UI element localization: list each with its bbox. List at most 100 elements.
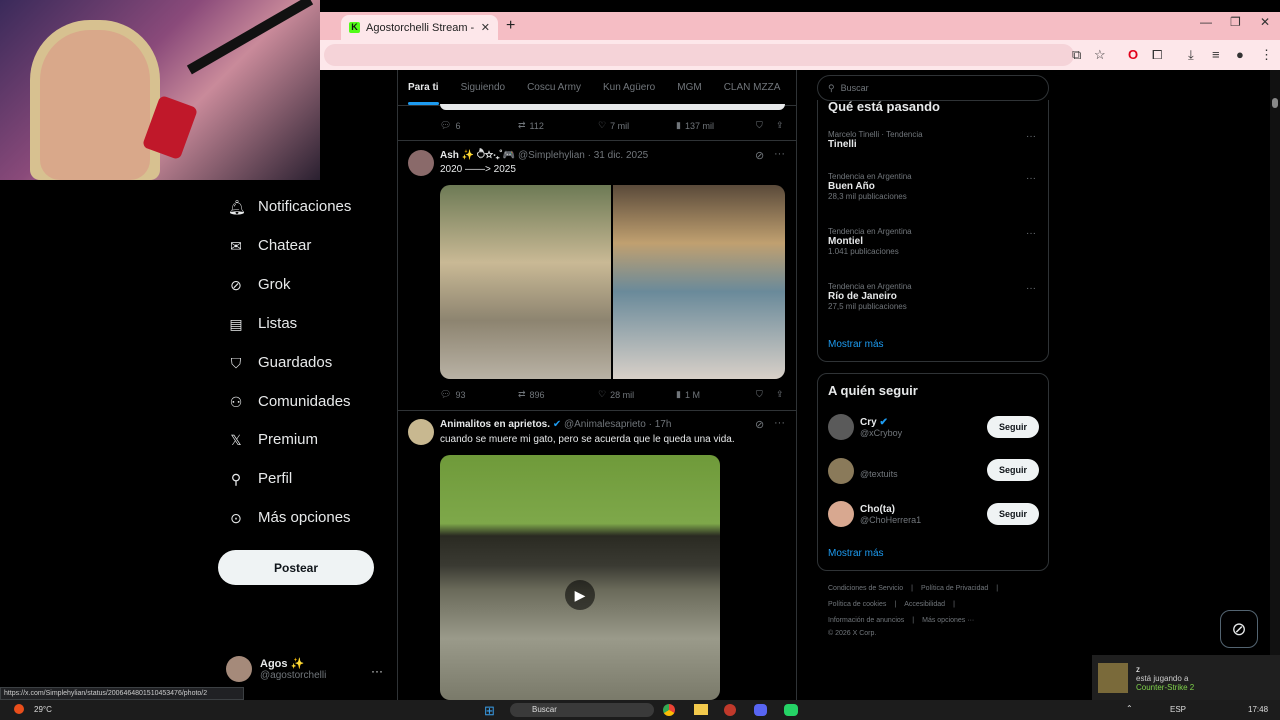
like-button[interactable]: ♡ 28 mil <box>598 389 676 400</box>
opera-gx-icon[interactable] <box>724 704 736 716</box>
scrollbar[interactable] <box>1270 70 1280 700</box>
avatar[interactable] <box>408 150 434 176</box>
follow-button[interactable]: Seguir <box>987 503 1039 525</box>
file-explorer-icon[interactable] <box>694 704 708 715</box>
tab-coscu-army[interactable]: Coscu Army <box>527 82 581 93</box>
follow-button[interactable]: Seguir <box>987 416 1039 438</box>
follow-suggestion[interactable]: Cho(ta) @ChoHerrera1 <box>828 501 921 527</box>
whatsapp-icon[interactable] <box>784 704 798 716</box>
clock[interactable]: 17:48 <box>1248 705 1268 714</box>
discord-icon[interactable] <box>754 704 767 716</box>
download-icon[interactable]: ⤓ <box>1188 47 1194 63</box>
bookmark-button[interactable]: ⛉ <box>756 120 776 131</box>
tray-chevron-icon[interactable]: ⌃ <box>1126 704 1133 713</box>
sidebar-item-guardados[interactable]: ⛉ Guardados <box>228 354 332 371</box>
repost-button[interactable]: ⇄ 112 <box>518 120 598 131</box>
footer-link[interactable]: Política de Privacidad <box>921 585 988 592</box>
post-date[interactable]: 31 dic. 2025 <box>594 150 649 161</box>
repost-button[interactable]: ⇄ 896 <box>518 389 598 400</box>
photo-2025[interactable] <box>613 185 785 379</box>
views-button[interactable]: ▮ 1 M <box>676 389 756 400</box>
bookmark-star-icon[interactable]: ☆ <box>1094 47 1106 63</box>
footer-link[interactable]: Política de cookies <box>828 601 886 608</box>
weather-temp[interactable]: 29°C <box>34 705 52 714</box>
avatar[interactable] <box>408 419 434 445</box>
taskbar-search[interactable]: Buscar <box>510 703 654 717</box>
post-handle[interactable]: @Animalesaprieto <box>564 419 646 430</box>
grok-explain-icon[interactable]: ⊘ <box>755 149 764 162</box>
maximize-button[interactable]: ❐ <box>1230 15 1241 29</box>
footer-link[interactable]: Más opciones ··· <box>922 617 974 624</box>
sidebar-item-chatear[interactable]: ✉ Chatear <box>228 237 311 254</box>
post-author[interactable]: Ash ✨ ੈ✩‧₊˚🎮 <box>440 150 515 161</box>
sidebar-item-perfil[interactable]: ⚲ Perfil <box>228 470 292 487</box>
footer-link[interactable]: Accesibilidad <box>904 601 945 608</box>
sidebar-item-comunidades[interactable]: ⚇ Comunidades <box>228 393 351 410</box>
account-more-icon[interactable]: ··· <box>371 664 383 678</box>
post-video[interactable]: ▶ <box>440 455 720 700</box>
tab-kun-aguero[interactable]: Kun Agüero <box>603 82 655 93</box>
grok-explain-icon[interactable]: ⊘ <box>755 418 764 431</box>
views-button[interactable]: ▮ 137 mil <box>676 120 756 131</box>
play-icon[interactable]: ▶ <box>565 580 595 610</box>
sidebar-item-mas-opciones[interactable]: ⊙ Más opciones <box>228 509 350 526</box>
post-handle[interactable]: @Simplehylian <box>518 150 585 161</box>
follow-suggestion[interactable]: @textuits <box>828 458 898 484</box>
chrome-icon[interactable] <box>663 704 675 716</box>
tab-para-ti[interactable]: Para ti <box>408 82 439 105</box>
post-button[interactable]: Postear <box>218 550 374 585</box>
close-tab-icon[interactable]: ✕ <box>481 21 490 34</box>
trend-item[interactable]: Tendencia en Argentina Río de Janeiro 27,5… <box>828 282 912 311</box>
minimize-button[interactable]: — <box>1200 15 1212 29</box>
media-control-icon[interactable]: ≡ <box>1212 47 1220 62</box>
search-input[interactable]: ⚲ Buscar <box>817 75 1049 101</box>
weather-icon[interactable] <box>14 704 24 714</box>
footer-link[interactable]: Información de anuncios <box>828 617 904 624</box>
extensions-icon[interactable]: ⧠ <box>1152 47 1162 63</box>
tab-clan-mzza[interactable]: CLAN MZZA <box>724 82 781 93</box>
tab-mgm[interactable]: MGM <box>677 82 701 93</box>
game-activity-toast[interactable]: z está jugando a Counter-Strike 2 <box>1092 655 1280 701</box>
scrollbar-thumb[interactable] <box>1272 98 1278 108</box>
show-more-trends-link[interactable]: Mostrar más <box>828 339 884 350</box>
share-button[interactable]: ⇪ <box>776 389 784 400</box>
trend-item[interactable]: Tendencia en Argentina Montiel 1.041 publi… <box>828 227 912 256</box>
profile-avatar-icon[interactable]: ● <box>1236 47 1244 62</box>
post-media[interactable] <box>440 185 785 379</box>
opera-extension-icon[interactable]: O <box>1128 47 1138 62</box>
share-button[interactable]: ⇪ <box>776 120 784 131</box>
new-tab-button[interactable]: + <box>506 17 515 35</box>
footer-link[interactable]: Condiciones de Servicio <box>828 585 903 592</box>
trend-item[interactable]: Tendencia en Argentina Buen Año 28,3 mil p… <box>828 172 912 201</box>
close-window-button[interactable]: ✕ <box>1260 15 1270 29</box>
follow-button[interactable]: Seguir <box>987 459 1039 481</box>
post-author[interactable]: Animalitos en aprietos. <box>440 419 550 430</box>
bookmark-button[interactable]: ⛉ <box>756 389 776 400</box>
windows-start-icon[interactable]: ⊞ <box>484 703 495 719</box>
like-button[interactable]: ♡ 7 mil <box>598 120 676 131</box>
follow-suggestion[interactable]: Cry ✔ @xCryboy <box>828 414 902 440</box>
trend-more-icon[interactable]: ··· <box>1026 283 1036 294</box>
sidebar-item-grok[interactable]: ⊘ Grok <box>228 276 290 293</box>
previous-post-media[interactable] <box>440 104 785 110</box>
show-more-follow-link[interactable]: Mostrar más <box>828 548 884 559</box>
install-app-icon[interactable]: ⧉ <box>1072 47 1081 63</box>
trend-more-icon[interactable]: ··· <box>1026 228 1036 239</box>
post-date[interactable]: 17h <box>655 419 672 430</box>
account-switcher[interactable]: Agos ✨ @agostorchelli <box>226 656 326 682</box>
reply-button[interactable]: 💬︎ 93 <box>440 389 518 400</box>
menu-kebab-icon[interactable]: ⋮ <box>1260 47 1273 63</box>
post-more-icon[interactable]: ··· <box>774 417 785 429</box>
reply-button[interactable]: 💬︎ 6 <box>440 120 518 131</box>
post-more-icon[interactable]: ··· <box>774 148 785 160</box>
photo-2020[interactable] <box>440 185 611 379</box>
trend-item[interactable]: Marcelo Tinelli · Tendencia Tinelli <box>828 130 1038 150</box>
sidebar-item-notificaciones[interactable]: 🔔︎ Notificaciones <box>228 198 351 215</box>
tab-siguiendo[interactable]: Siguiendo <box>461 82 505 93</box>
browser-tab[interactable]: K Agostorchelli Stream - Watch L ✕ <box>341 15 498 40</box>
trend-more-icon[interactable]: ··· <box>1026 131 1036 142</box>
language-indicator[interactable]: ESP <box>1170 705 1186 714</box>
url-input[interactable] <box>324 44 1074 66</box>
trend-more-icon[interactable]: ··· <box>1026 173 1036 184</box>
grok-floating-button[interactable]: ⊘ <box>1220 610 1258 648</box>
